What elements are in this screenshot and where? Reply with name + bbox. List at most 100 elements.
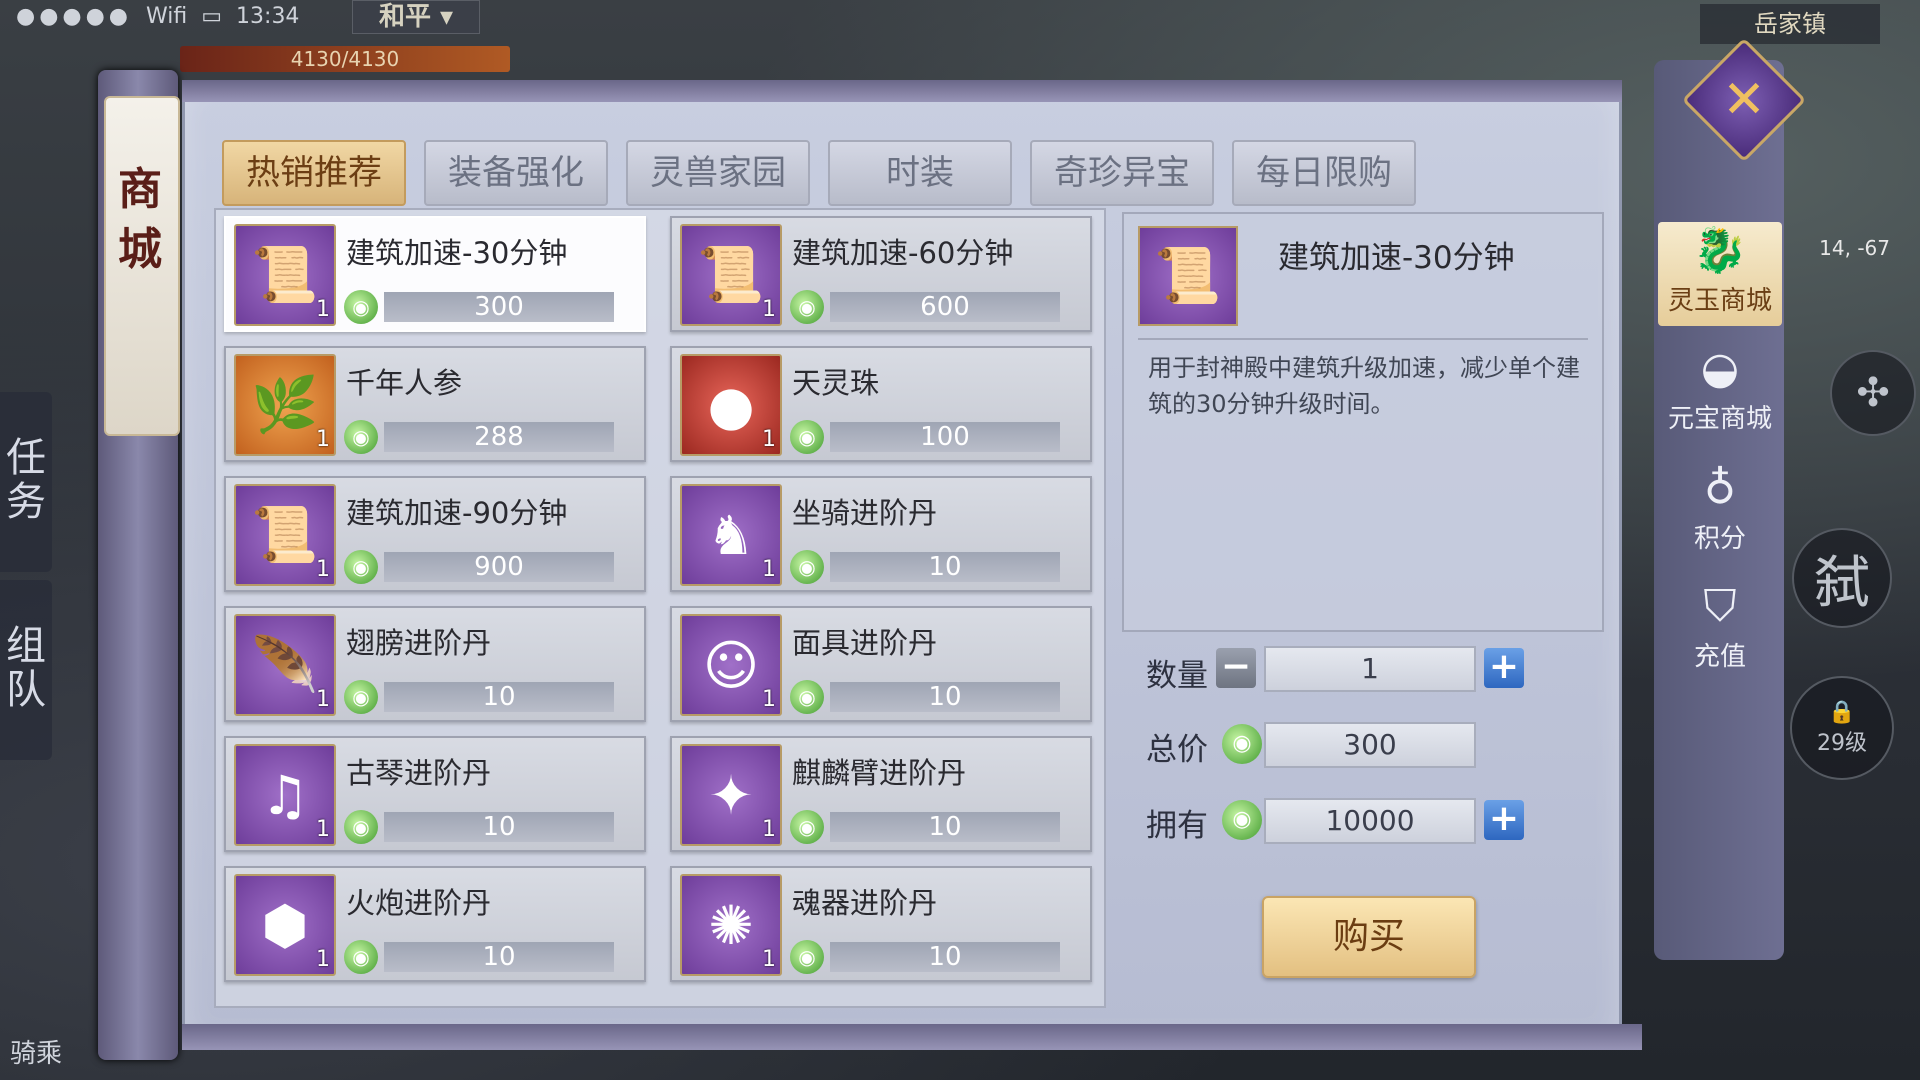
item-name: 天灵珠 — [792, 366, 880, 400]
scroll-icon: 📜 1 — [234, 484, 336, 586]
team-label: 组队 — [6, 623, 46, 713]
shop-title: 商城 — [118, 164, 162, 275]
nav-jade-shop[interactable]: 🐉 灵玉商城 — [1658, 222, 1782, 326]
shop-item[interactable]: ☺ 1 面具进阶丹 ◉ 10 — [670, 606, 1092, 722]
item-name: 魂器进阶丹 — [792, 886, 938, 920]
shop-item[interactable]: 📜 1 建筑加速-90分钟 ◉ 900 — [224, 476, 646, 592]
claw-arm-icon: ✦ 1 — [680, 744, 782, 846]
item-price: 10 — [384, 682, 614, 712]
jade-icon: ◉ — [790, 680, 824, 714]
increase-quantity-button[interactable]: + — [1484, 648, 1524, 688]
jade-icon: ◉ — [344, 680, 378, 714]
shop-tabs: 热销推荐 装备强化 灵兽家园 时装 奇珍异宝 每日限购 — [222, 140, 1416, 206]
shop-item[interactable]: ♫ 1 古琴进阶丹 ◉ 10 — [224, 736, 646, 852]
item-count: 1 — [762, 297, 776, 322]
item-count: 1 — [316, 817, 330, 842]
decrease-quantity-button[interactable]: − — [1216, 648, 1256, 688]
panel-bottom-border — [182, 1024, 1642, 1050]
tab-treasures[interactable]: 奇珍异宝 — [1030, 140, 1214, 206]
tab-hot[interactable]: 热销推荐 — [222, 140, 406, 206]
nav-points[interactable]: ♁ 积分 — [1658, 460, 1782, 564]
hp-bar: 4130/4130 — [180, 46, 510, 72]
item-price: 10 — [830, 682, 1060, 712]
item-name: 建筑加速-30分钟 — [346, 236, 568, 270]
jade-icon: ◉ — [344, 810, 378, 844]
item-price: 300 — [384, 292, 614, 322]
item-name: 坐骑进阶丹 — [792, 496, 938, 530]
nav-recharge[interactable]: ⛉ 充值 — [1658, 578, 1782, 682]
item-count: 1 — [762, 427, 776, 452]
shop-item[interactable]: 🪶 1 翅膀进阶丹 ◉ 10 — [224, 606, 646, 722]
item-price: 10 — [830, 812, 1060, 842]
pk-mode-dropdown[interactable]: 和平 ▾ — [352, 0, 480, 34]
shop-item[interactable]: 📜 1 建筑加速-30分钟 ◉ 300 — [224, 216, 646, 332]
lyre-icon: ♫ 1 — [234, 744, 336, 846]
soul-artifact-icon: ✺ 1 — [680, 874, 782, 976]
pk-mode-label: 和平 — [378, 2, 431, 32]
locked-skill-slot: 🔒 29级 — [1790, 676, 1894, 780]
recharge-plus-button[interactable]: + — [1484, 800, 1524, 840]
total-price-label: 总价 — [1146, 732, 1208, 768]
team-tab[interactable]: 组队 — [0, 580, 52, 760]
item-name: 建筑加速-90分钟 — [346, 496, 568, 530]
jade-icon: ◉ — [344, 420, 378, 454]
detail-item-name: 建筑加速-30分钟 — [1278, 240, 1515, 276]
item-price: 900 — [384, 552, 614, 582]
nav-ingot-shop[interactable]: ◒ 元宝商城 — [1658, 340, 1782, 444]
item-detail-panel: 📜 建筑加速-30分钟 用于封神殿中建筑升级加速，减少单个建筑的30分钟升级时间… — [1122, 212, 1604, 632]
item-price: 288 — [384, 422, 614, 452]
shop-item[interactable]: ✺ 1 魂器进阶丹 ◉ 10 — [670, 866, 1092, 982]
coordinates: 14, -67 — [1819, 236, 1890, 260]
divider — [1138, 338, 1588, 340]
battery-icon: ▭ — [201, 3, 223, 29]
lock-level-label: 29级 — [1817, 730, 1867, 756]
horse-head-icon: ♞ 1 — [680, 484, 782, 586]
kill-skill-button[interactable]: 弑 — [1792, 528, 1892, 628]
panel-top-border — [182, 80, 1622, 102]
shop-item[interactable]: ⬢ 1 火炮进阶丹 ◉ 10 — [224, 866, 646, 982]
feather-icon: 🪶 1 — [234, 614, 336, 716]
jade-icon: ◉ — [790, 290, 824, 324]
mask-icon: ☺ 1 — [680, 614, 782, 716]
item-count: 1 — [316, 297, 330, 322]
map-toggle-icon[interactable]: ✣ — [1830, 350, 1916, 436]
jade-icon: ◉ — [344, 940, 378, 974]
task-tab[interactable]: 任务 — [0, 392, 52, 572]
item-count: 1 — [762, 947, 776, 972]
total-price-value: 300 — [1264, 722, 1476, 768]
tab-equip-enhance[interactable]: 装备强化 — [424, 140, 608, 206]
tab-pet-home[interactable]: 灵兽家园 — [626, 140, 810, 206]
scroll-icon: 📜 1 — [234, 224, 336, 326]
item-price: 100 — [830, 422, 1060, 452]
ginseng-icon: 🌿 1 — [234, 354, 336, 456]
signal-icon: ●●●●● — [16, 3, 132, 29]
shop-item[interactable]: 🌿 1 千年人参 ◉ 288 — [224, 346, 646, 462]
quantity-field[interactable]: 1 — [1264, 646, 1476, 692]
shop-item[interactable]: ♞ 1 坐骑进阶丹 ◉ 10 — [670, 476, 1092, 592]
tab-fashion[interactable]: 时装 — [828, 140, 1012, 206]
shop-item[interactable]: 📜 1 建筑加速-60分钟 ◉ 600 — [670, 216, 1092, 332]
clock: 13:34 — [236, 3, 300, 29]
mount-button[interactable]: 骑乘 — [10, 1033, 62, 1070]
shop-item[interactable]: ● 1 天灵珠 ◉ 100 — [670, 346, 1092, 462]
item-count: 1 — [316, 557, 330, 582]
nav-label: 灵玉商城 — [1667, 286, 1772, 316]
item-price: 600 — [830, 292, 1060, 322]
scroll-icon: 📜 — [1138, 226, 1238, 326]
item-count: 1 — [762, 687, 776, 712]
item-name: 翅膀进阶丹 — [346, 626, 492, 660]
money-bag-icon: ♁ — [1703, 463, 1737, 514]
nav-label: 充值 — [1693, 642, 1746, 672]
tab-daily-limited[interactable]: 每日限购 — [1232, 140, 1416, 206]
recharge-icon: ⛉ — [1703, 581, 1737, 632]
buy-button[interactable]: 购买 — [1262, 896, 1476, 978]
dragon-icon: 🐉 — [1692, 225, 1748, 276]
shop-item[interactable]: ✦ 1 麒麟臂进阶丹 ◉ 10 — [670, 736, 1092, 852]
item-price: 10 — [384, 812, 614, 842]
owned-value: 10000 — [1264, 798, 1476, 844]
item-price: 10 — [830, 942, 1060, 972]
nav-label: 积分 — [1693, 524, 1746, 554]
quantity-label: 数量 — [1146, 658, 1208, 694]
detail-description: 用于封神殿中建筑升级加速，减少单个建筑的30分钟升级时间。 — [1148, 354, 1580, 418]
jade-icon: ◉ — [1222, 724, 1262, 764]
